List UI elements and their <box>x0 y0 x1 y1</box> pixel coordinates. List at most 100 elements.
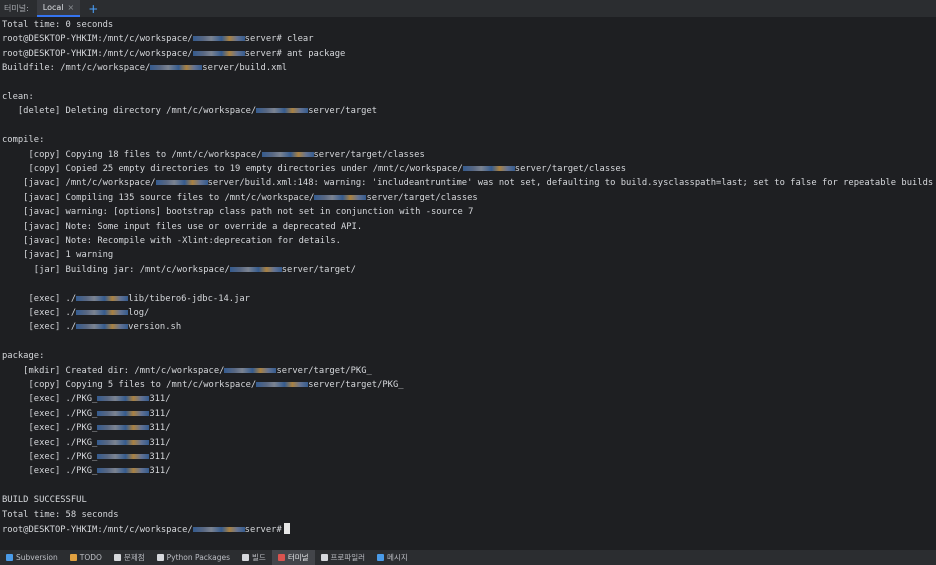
add-tab-icon[interactable]: + <box>88 3 98 15</box>
tab-local[interactable]: Local × <box>36 0 81 17</box>
terminal-line-suffix: server/target/PKG_ <box>276 365 372 376</box>
redacted-text <box>229 266 282 272</box>
terminal-line: [mkdir] Created dir: /mnt/c/workspace/se… <box>2 365 372 377</box>
toolwindow-label: 프로파일러 <box>330 553 366 562</box>
terminal-line: [exec] ./PKG_ 311/ <box>2 408 170 420</box>
toolwindow-label: 메시지 <box>387 553 408 562</box>
terminal-line: compile: <box>2 135 45 146</box>
profiler-icon <box>320 554 328 561</box>
terminal-line: [exec] ./ version.sh <box>2 321 181 333</box>
redacted-text <box>314 194 367 200</box>
redacted-text <box>224 367 277 373</box>
terminal-line-suffix: server/target/ <box>281 264 356 275</box>
redacted-text <box>97 439 150 445</box>
terminal-line-suffix: server# ant package <box>244 48 346 59</box>
terminal-line: [javac] 1 warning <box>2 250 114 261</box>
toolwindow-label: 빌드 <box>252 553 266 562</box>
terminal-line: [javac] warning: [options] bootstrap cla… <box>2 207 474 218</box>
redacted-text <box>76 295 129 301</box>
terminal-line-prefix: [copy] Copying 5 files to /mnt/c/workspa… <box>2 380 257 390</box>
redacted-text <box>261 151 314 157</box>
redacted-text <box>192 527 245 532</box>
terminal-line-suffix: server# clear <box>244 34 314 45</box>
toolwindow-label: 문제점 <box>123 553 145 562</box>
terminal-line-prefix: [exec] ./ <box>2 322 77 333</box>
subversion-icon <box>6 554 13 561</box>
problems-icon <box>113 554 121 561</box>
redacted-text <box>256 382 309 387</box>
toolwindow-label: 터미널 <box>287 553 309 562</box>
terminal-line-suffix: server/target/classes <box>366 192 478 203</box>
terminal-line-suffix: server# <box>244 525 282 535</box>
terminal-icon <box>277 554 285 561</box>
terminal-line: [javac] Note: Recompile with -Xlint:depr… <box>2 236 341 246</box>
terminal-line-prefix: [exec] ./PKG_ <box>2 466 98 477</box>
toolwindow-terminal[interactable]: 터미널 <box>271 550 315 565</box>
terminal-line: [exec] ./ lib/tibero6-jdbc-14.jar <box>2 293 250 305</box>
terminal-line-suffix: 311/ <box>149 437 171 448</box>
terminal-line-prefix: [mkdir] Created dir: /mnt/c/workspace/ <box>2 365 225 376</box>
terminal-line: Buildfile: /mnt/c/workspace/server/build… <box>2 62 287 74</box>
toolwindow-python-packages[interactable]: Python Packages <box>151 550 236 565</box>
terminal-line-prefix: [exec] ./PKG_ <box>2 452 98 462</box>
terminal-line-prefix: [delete] Deleting directory /mnt/c/works… <box>2 106 257 117</box>
terminal-output[interactable]: Total time: 0 seconds root@DESKTOP-YHKIM:… <box>0 18 936 549</box>
terminal-line-prefix: [exec] ./ <box>2 308 77 318</box>
toolwindow-build[interactable]: 빌드 <box>236 550 272 565</box>
toolwindow-problems[interactable]: 문제점 <box>108 550 151 565</box>
terminal-line: [exec] ./PKG_ 311/ <box>2 437 171 449</box>
terminal-line-suffix: 311/ <box>149 394 171 405</box>
terminal-line: root@DESKTOP-YHKIM:/mnt/c/workspace/serv… <box>2 33 314 45</box>
redacted-text <box>155 180 208 186</box>
redacted-text <box>76 310 129 315</box>
terminal-line: [jar] Building jar: /mnt/c/workspace/ser… <box>2 264 356 276</box>
todo-icon <box>69 554 77 561</box>
toolwindow-subversion[interactable]: Subversion <box>0 550 64 565</box>
terminal-line-suffix: server/build.xml:148: warning: 'includea… <box>207 178 934 189</box>
terminal-line: [copy] Copying 5 files to /mnt/c/workspa… <box>2 379 404 391</box>
terminal-line-suffix: server/target/PKG_ <box>308 380 404 390</box>
python-packages-icon <box>156 554 164 561</box>
terminal-line-prefix: [exec] ./PKG_ <box>2 423 98 434</box>
toolwindow-label: Subversion <box>16 553 58 562</box>
terminal-line: package: <box>2 351 45 362</box>
terminal-line-prefix: Buildfile: /mnt/c/workspace/ <box>2 63 151 74</box>
toolwindow-profiler[interactable]: 프로파일러 <box>315 550 372 565</box>
terminal-line-suffix: server/target/classes <box>313 149 425 160</box>
redacted-text <box>462 166 515 171</box>
terminal-line: [javac] Note: Some input files use or ov… <box>2 221 363 232</box>
redacted-text <box>76 324 129 330</box>
toolwindow-label: TODO <box>79 553 102 562</box>
terminal-line: [exec] ./PKG_ 311/ <box>2 422 170 434</box>
terminal-line: [exec] ./PKG_ 311/ <box>2 451 170 463</box>
terminal-line-suffix: lib/tibero6-jdbc-14.jar <box>128 293 250 304</box>
terminal-line-prefix: [javac] /mnt/c/workspace/ <box>2 178 156 189</box>
terminal-line-prefix: [jar] Building jar: /mnt/c/workspace/ <box>2 264 230 275</box>
build-icon <box>242 554 250 561</box>
terminal-line-prefix: root@DESKTOP-YHKIM:/mnt/c/workspace/ <box>2 525 193 535</box>
redacted-text <box>256 108 309 114</box>
terminal-line: root@DESKTOP-YHKIM:/mnt/c/workspace/serv… <box>2 48 345 60</box>
toolwindow-messages[interactable]: 메시지 <box>371 550 414 565</box>
terminal-line-suffix: log/ <box>128 308 150 318</box>
redacted-text <box>97 396 150 402</box>
messages-icon <box>377 554 385 561</box>
toolwindow-todo[interactable]: TODO <box>64 550 108 565</box>
terminal-line: Total time: 58 seconds <box>2 509 119 520</box>
terminal-line: [copy] Copied 25 empty directories to 19… <box>2 163 626 175</box>
terminal-tab-bar: 터미널: Local × + <box>0 0 936 18</box>
terminal-line: [javac] Compiling 135 source files to /m… <box>2 192 478 204</box>
terminal-line: [javac] /mnt/c/workspace/server/build.xm… <box>2 177 933 189</box>
redacted-text <box>97 454 150 459</box>
terminal-line: clean: <box>2 92 34 102</box>
redacted-text <box>192 36 245 42</box>
terminal-line: [delete] Deleting directory /mnt/c/works… <box>2 105 377 117</box>
terminal-line-prefix: [exec] ./PKG_ <box>2 437 98 448</box>
close-icon[interactable]: × <box>68 3 75 12</box>
terminal-line: [exec] ./PKG_ 311/ <box>2 393 171 405</box>
terminal-line-prefix: [exec] ./PKG_ <box>2 394 98 405</box>
terminal-cursor <box>283 523 290 534</box>
terminal-line-prefix: [javac] Compiling 135 source files to /m… <box>2 192 315 203</box>
terminal-line-prefix: [copy] Copied 25 empty directories to 19… <box>2 164 463 174</box>
redacted-text <box>97 410 150 416</box>
